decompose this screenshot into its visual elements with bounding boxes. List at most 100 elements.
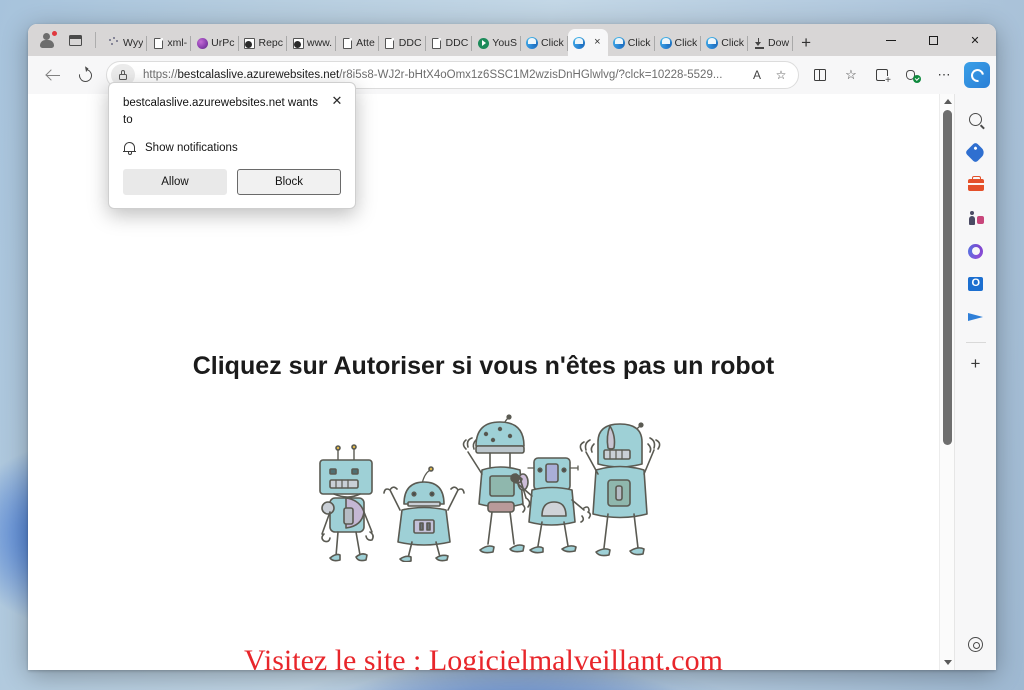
settings-and-more-button[interactable]: ⋯: [929, 61, 959, 89]
favorites-star-icon: ☆: [845, 67, 857, 82]
sidebar-item-outlook[interactable]: [961, 269, 991, 299]
new-tab-button[interactable]: +: [793, 30, 819, 56]
permission-label: Show notifications: [145, 142, 238, 155]
sidebar-item-tools[interactable]: [961, 170, 991, 200]
dots-icon: [108, 37, 120, 49]
chevron-down-icon: [943, 660, 952, 665]
tab-label: Click: [674, 37, 698, 49]
edge-icon: [526, 37, 539, 49]
sidebar-item-send[interactable]: [961, 302, 991, 332]
sidebar-item-shopping[interactable]: [961, 137, 991, 167]
tab-label: xml-: [167, 37, 188, 49]
edge-sidebar: +: [954, 94, 996, 670]
refresh-icon: [75, 65, 95, 85]
browser-tab[interactable]: Click: [521, 30, 568, 56]
scroll-down-button[interactable]: [940, 655, 955, 670]
tab-strip: Wyy xml- UrPc Repc www. Atte DDC DDC You…: [103, 24, 870, 56]
document-icon: [341, 37, 353, 49]
tab-label: YouS: [492, 37, 518, 49]
pdf-icon: [244, 37, 256, 49]
sidebar-item-search[interactable]: [961, 104, 991, 134]
tab-label: Click: [541, 37, 564, 49]
edge-icon: [659, 37, 672, 49]
tag-icon: [964, 141, 987, 163]
sidebar-settings-button[interactable]: [961, 629, 991, 659]
avatar-head: [43, 33, 50, 40]
browser-tab[interactable]: Click: [701, 30, 748, 56]
tab-label: Click: [721, 37, 745, 49]
edge-icon: [612, 37, 625, 49]
browser-tab[interactable]: UrPc: [191, 30, 239, 56]
avatar-notification-dot: [51, 30, 58, 37]
dialog-buttons: Allow Block: [123, 169, 341, 196]
address-bar-actions: A ☆: [746, 64, 792, 86]
collections-button[interactable]: [867, 61, 897, 89]
tab-label: UrPc: [211, 37, 235, 49]
tab-actions-icon: [68, 34, 82, 46]
vertical-scrollbar[interactable]: [939, 94, 954, 670]
titlebar-left-controls: [28, 24, 103, 56]
browser-tab[interactable]: Wyy: [103, 30, 148, 56]
tab-label: Repc: [258, 37, 284, 49]
games-icon: [968, 211, 984, 225]
outlook-icon: [968, 277, 983, 291]
maximize-button[interactable]: [912, 24, 954, 56]
firefox-icon: [196, 37, 208, 49]
browser-tab[interactable]: Click: [608, 30, 655, 56]
pdf-icon: [292, 37, 304, 49]
browser-tab[interactable]: YouS: [472, 30, 521, 56]
browser-tab[interactable]: DDC: [379, 30, 426, 56]
avatar-body: [40, 40, 54, 48]
tab-label: Atte: [356, 37, 375, 49]
close-icon[interactable]: ×: [591, 36, 604, 49]
scroll-up-button[interactable]: [940, 94, 955, 109]
browser-tab[interactable]: DDC: [426, 30, 473, 56]
tab-label: Wyy: [123, 37, 144, 49]
split-screen-button[interactable]: [805, 61, 835, 89]
tab-actions-button[interactable]: [64, 29, 86, 51]
sidebar-item-copilot[interactable]: [961, 236, 991, 266]
titlebar-divider: [95, 32, 96, 48]
browser-tab[interactable]: Dow: [748, 30, 794, 56]
browser-tab[interactable]: Atte: [336, 30, 379, 56]
favorites-button[interactable]: ☆: [836, 61, 866, 89]
browser-tab-active[interactable]: ×: [567, 29, 608, 56]
browser-tab[interactable]: Repc: [239, 30, 288, 56]
tab-label: Dow: [768, 37, 790, 49]
video-icon: [477, 37, 489, 49]
block-button[interactable]: Block: [237, 169, 341, 196]
document-icon: [431, 37, 443, 49]
browser-tab[interactable]: xml-: [147, 30, 191, 56]
allow-button[interactable]: Allow: [123, 169, 227, 196]
back-button[interactable]: [38, 61, 68, 89]
browser-tab[interactable]: www.: [287, 30, 337, 56]
refresh-button[interactable]: [70, 61, 100, 89]
minimize-button[interactable]: [870, 24, 912, 56]
favorite-star-icon[interactable]: ☆: [770, 64, 792, 86]
search-icon: [969, 112, 982, 126]
tab-label: www.: [307, 37, 333, 49]
sidebar-divider: [965, 342, 986, 343]
back-arrow-icon: [46, 69, 60, 82]
copilot-button[interactable]: [964, 62, 990, 88]
title-bar: Wyy xml- UrPc Repc www. Atte DDC DDC You…: [28, 24, 996, 56]
chevron-up-icon: [943, 99, 952, 104]
browser-essentials-icon: [906, 69, 921, 83]
edge-icon: [572, 36, 585, 49]
dialog-close-button[interactable]: ✕: [327, 90, 347, 110]
sidebar-add-button[interactable]: +: [961, 349, 991, 379]
close-window-button[interactable]: ✕: [954, 24, 996, 56]
sidebar-item-games[interactable]: [961, 203, 991, 233]
document-icon: [152, 37, 164, 49]
tab-label: Click: [627, 37, 651, 49]
browser-tab[interactable]: Click: [655, 30, 702, 56]
tab-label: DDC: [445, 37, 469, 49]
read-aloud-icon[interactable]: A: [746, 64, 768, 86]
window-controls: ✕: [870, 24, 996, 56]
bell-icon: [123, 141, 136, 155]
edge-icon: [706, 37, 719, 49]
profile-avatar[interactable]: [36, 29, 58, 51]
browser-essentials-button[interactable]: [898, 61, 928, 89]
dialog-permission-row: Show notifications: [123, 141, 341, 155]
scrollbar-thumb[interactable]: [943, 110, 952, 445]
